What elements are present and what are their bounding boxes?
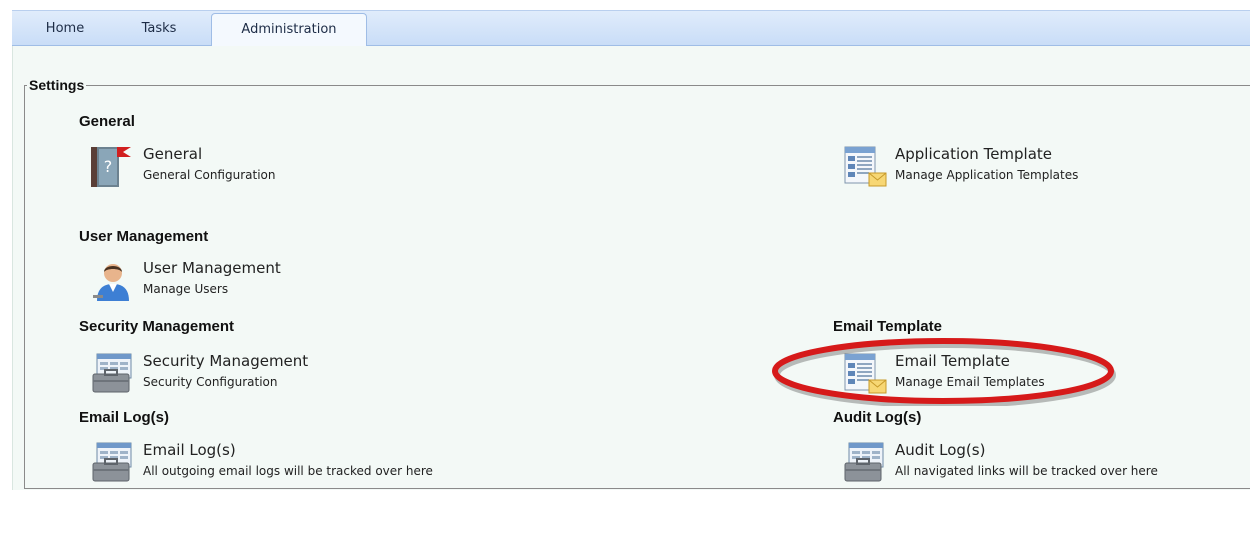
section-title-security-management: Security Management bbox=[79, 318, 235, 335]
section-title-email-template: Email Template bbox=[833, 318, 942, 335]
settings-item-security-management[interactable]: Security Management Security Configurati… bbox=[91, 352, 351, 396]
settings-item-description: All navigated links will be tracked over… bbox=[895, 464, 1158, 478]
settings-item-email-template[interactable]: Email Template Manage Email Templates bbox=[843, 352, 1083, 396]
settings-item-description: Security Configuration bbox=[143, 375, 278, 389]
settings-item-email-log[interactable]: Email Log(s) All outgoing email logs wil… bbox=[91, 441, 491, 485]
tab-administration[interactable]: Administration bbox=[211, 13, 367, 47]
help-book-icon: ? bbox=[91, 145, 131, 187]
section-title-general: General bbox=[79, 113, 135, 130]
section-title-audit-log: Audit Log(s) bbox=[833, 409, 922, 426]
settings-legend: Settings bbox=[29, 77, 85, 93]
settings-item-title: Email Log(s) bbox=[143, 441, 236, 459]
settings-item-title: Audit Log(s) bbox=[895, 441, 986, 459]
settings-item-title: Security Management bbox=[143, 352, 309, 370]
settings-item-description: Manage Users bbox=[143, 282, 229, 296]
template-mail-icon bbox=[843, 145, 887, 187]
settings-item-description: General Configuration bbox=[143, 168, 276, 182]
settings-item-general[interactable]: ? General General Configuration bbox=[91, 145, 321, 189]
settings-item-title: General bbox=[143, 145, 203, 163]
toolbox-window-icon bbox=[91, 352, 132, 394]
toolbox-window-icon bbox=[91, 441, 132, 483]
settings-item-description: Manage Application Templates bbox=[895, 168, 1079, 182]
settings-item-description: Manage Email Templates bbox=[895, 375, 1045, 389]
settings-item-description: All outgoing email logs will be tracked … bbox=[143, 464, 433, 478]
settings-item-user-management[interactable]: User Management Manage Users bbox=[91, 259, 321, 303]
section-title-user-management: User Management bbox=[79, 228, 209, 245]
settings-item-title: User Management bbox=[143, 259, 281, 277]
settings-item-audit-log[interactable]: Audit Log(s) All navigated links will be… bbox=[843, 441, 1223, 485]
tab-bar: Home Tasks Administration bbox=[12, 10, 1250, 47]
tab-home[interactable]: Home bbox=[40, 11, 90, 46]
settings-item-application-template[interactable]: Application Template Manage Application … bbox=[843, 145, 1113, 189]
toolbox-window-icon bbox=[843, 441, 884, 483]
user-icon bbox=[91, 259, 131, 301]
section-title-email-log: Email Log(s) bbox=[79, 409, 170, 426]
admin-app: Home Tasks Administration Settings Gener… bbox=[0, 0, 1250, 539]
settings-item-title: Email Template bbox=[895, 352, 1010, 370]
tab-tasks[interactable]: Tasks bbox=[132, 11, 186, 46]
svg-text:?: ? bbox=[104, 157, 113, 176]
template-mail-icon bbox=[843, 352, 887, 394]
settings-item-title: Application Template bbox=[895, 145, 1053, 163]
